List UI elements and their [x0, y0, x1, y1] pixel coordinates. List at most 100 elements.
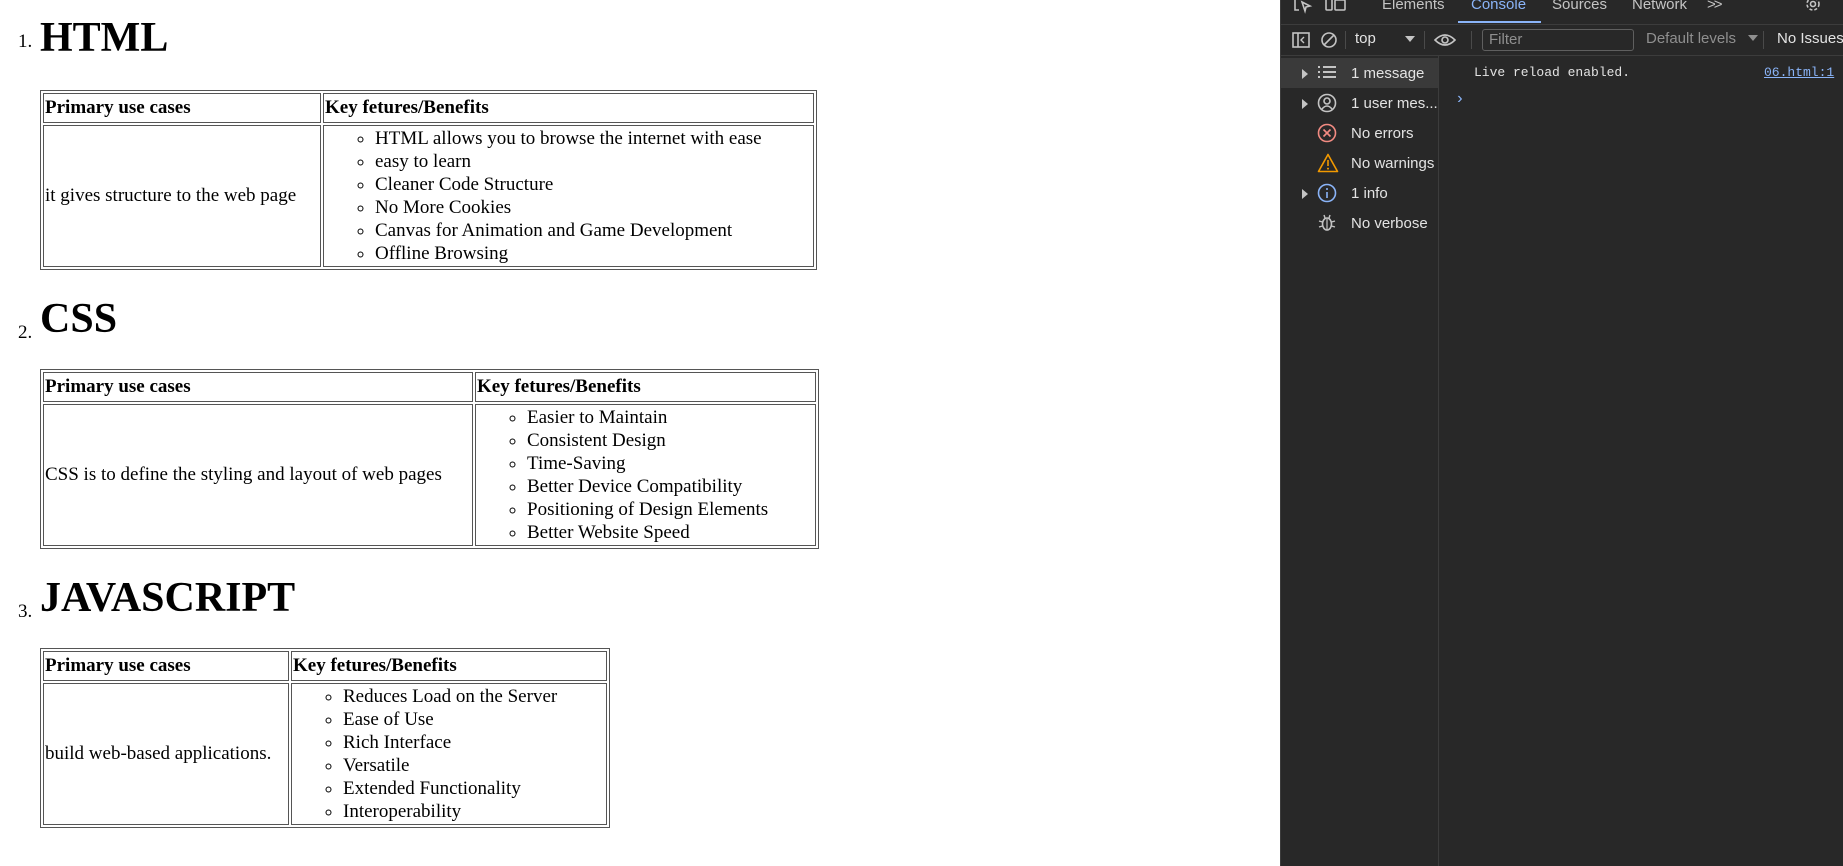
list-item: Reduces Load on the Server: [343, 685, 605, 708]
toolbar-divider: [1471, 31, 1472, 49]
settings-gear-icon[interactable]: [1803, 0, 1823, 14]
live-expression-eye-icon[interactable]: [1434, 33, 1456, 47]
list-item: Positioning of Design Elements: [527, 498, 814, 521]
chevron-down-icon[interactable]: [1405, 36, 1415, 44]
context-selector[interactable]: top: [1355, 30, 1376, 47]
table-row: it gives structure to the web page HTML …: [43, 125, 814, 267]
devtools-tab-bar: Elements Console Sources Network >>: [1281, 0, 1843, 24]
expand-arrow-icon: [1302, 189, 1308, 199]
toolbar-divider: [1424, 31, 1425, 49]
bug-icon: [1318, 214, 1336, 231]
list-item: Versatile: [343, 754, 605, 777]
info-icon: [1317, 183, 1337, 203]
tab-console[interactable]: Console: [1471, 0, 1526, 13]
sidebar-item-label: No errors: [1351, 125, 1414, 142]
active-tab-indicator: [1458, 21, 1541, 23]
section-title: CSS: [40, 296, 118, 342]
toolbar-divider: [1345, 31, 1346, 49]
sidebar-item-label: No verbose: [1351, 215, 1428, 232]
table-row: build web-based applications. Reduces Lo…: [43, 683, 607, 825]
sidebar-item-label: No warnings: [1351, 155, 1435, 172]
page-content: 1. HTML Primary use cases Key fetures/Be…: [0, 0, 1280, 866]
sidebar-item-label: 1 info: [1351, 185, 1388, 202]
list-item: No More Cookies: [375, 196, 812, 219]
features-cell: Reduces Load on the Server Ease of Use R…: [291, 683, 607, 825]
list-item: Time-Saving: [527, 452, 814, 475]
console-prompt[interactable]: ›: [1455, 90, 1465, 108]
use-case-cell: CSS is to define the styling and layout …: [43, 404, 473, 546]
list-item: easy to learn: [375, 150, 812, 173]
list-item: Interoperability: [343, 800, 605, 823]
sidebar-item-errors[interactable]: No errors: [1281, 118, 1438, 148]
sidebar-item-warnings[interactable]: No warnings: [1281, 148, 1438, 178]
list-item: Better Device Compatibility: [527, 475, 814, 498]
show-sidebar-icon[interactable]: [1292, 32, 1310, 48]
column-header-use-cases: Primary use cases: [43, 651, 289, 681]
features-list: Easier to Maintain Consistent Design Tim…: [477, 406, 814, 544]
user-icon: [1317, 93, 1337, 113]
error-icon: [1317, 123, 1337, 143]
list-icon: [1318, 66, 1336, 78]
features-table: Primary use cases Key fetures/Benefits b…: [40, 648, 610, 828]
tab-sources[interactable]: Sources: [1552, 0, 1607, 13]
column-header-features: Key fetures/Benefits: [323, 93, 814, 123]
column-header-use-cases: Primary use cases: [43, 372, 473, 402]
use-case-cell: it gives structure to the web page: [43, 125, 321, 267]
list-number: 2.: [18, 322, 33, 343]
list-item: Better Website Speed: [527, 521, 814, 544]
use-case-cell: build web-based applications.: [43, 683, 289, 825]
list-item: Consistent Design: [527, 429, 814, 452]
table-row: CSS is to define the styling and layout …: [43, 404, 816, 546]
list-number: 1.: [18, 31, 33, 52]
column-header-use-cases: Primary use cases: [43, 93, 321, 123]
section-title: JAVASCRIPT: [40, 575, 296, 621]
features-table: Primary use cases Key fetures/Benefits i…: [40, 90, 817, 270]
console-message: Live reload enabled.: [1474, 65, 1631, 80]
features-list: HTML allows you to browse the internet w…: [325, 127, 812, 265]
console-sidebar: 1 message 1 user mes... No errors No war…: [1281, 56, 1439, 866]
table-header-row: Primary use cases Key fetures/Benefits: [43, 372, 816, 402]
issues-button[interactable]: No Issues: [1777, 30, 1843, 47]
more-tabs-button[interactable]: >>: [1707, 0, 1722, 13]
table-header-row: Primary use cases Key fetures/Benefits: [43, 93, 814, 123]
device-toolbar-icon[interactable]: [1325, 0, 1347, 13]
section-title: HTML: [40, 15, 169, 61]
source-link[interactable]: 06.html:1: [1764, 65, 1834, 80]
list-item: Rich Interface: [343, 731, 605, 754]
console-output[interactable]: Live reload enabled. 06.html:1 ›: [1439, 56, 1843, 866]
list-item: Easier to Maintain: [527, 406, 814, 429]
list-item: Offline Browsing: [375, 242, 812, 265]
list-item: Canvas for Animation and Game Developmen…: [375, 219, 812, 242]
clear-console-icon[interactable]: [1320, 31, 1338, 49]
features-cell: Easier to Maintain Consistent Design Tim…: [475, 404, 816, 546]
sidebar-item-info[interactable]: 1 info: [1281, 178, 1438, 208]
features-cell: HTML allows you to browse the internet w…: [323, 125, 814, 267]
warning-icon: [1317, 153, 1339, 173]
expand-arrow-icon: [1302, 69, 1308, 79]
column-header-features: Key fetures/Benefits: [291, 651, 607, 681]
sidebar-item-messages[interactable]: 1 message: [1281, 58, 1438, 88]
features-table: Primary use cases Key fetures/Benefits C…: [40, 369, 819, 549]
list-item: Cleaner Code Structure: [375, 173, 812, 196]
expand-arrow-icon: [1302, 99, 1308, 109]
features-list: Reduces Load on the Server Ease of Use R…: [293, 685, 605, 823]
tab-elements[interactable]: Elements: [1382, 0, 1445, 13]
sidebar-item-label: 1 user mes...: [1351, 95, 1438, 112]
list-item: Extended Functionality: [343, 777, 605, 800]
sidebar-item-user-messages[interactable]: 1 user mes...: [1281, 88, 1438, 118]
table-header-row: Primary use cases Key fetures/Benefits: [43, 651, 607, 681]
inspect-element-icon[interactable]: [1293, 0, 1313, 14]
column-header-features: Key fetures/Benefits: [475, 372, 816, 402]
toolbar-divider: [1763, 31, 1764, 49]
list-number: 3.: [18, 601, 33, 622]
list-item: Ease of Use: [343, 708, 605, 731]
log-levels-dropdown[interactable]: Default levels: [1646, 30, 1736, 47]
chevron-down-icon[interactable]: [1748, 35, 1758, 43]
devtools-panel: Elements Console Sources Network >> top: [1280, 0, 1843, 866]
tab-network[interactable]: Network: [1632, 0, 1687, 13]
list-item: HTML allows you to browse the internet w…: [375, 127, 812, 150]
sidebar-item-label: 1 message: [1351, 65, 1425, 82]
console-toolbar: top Default levels No Issues: [1281, 24, 1843, 56]
filter-input[interactable]: [1482, 29, 1634, 51]
sidebar-item-verbose[interactable]: No verbose: [1281, 208, 1438, 238]
